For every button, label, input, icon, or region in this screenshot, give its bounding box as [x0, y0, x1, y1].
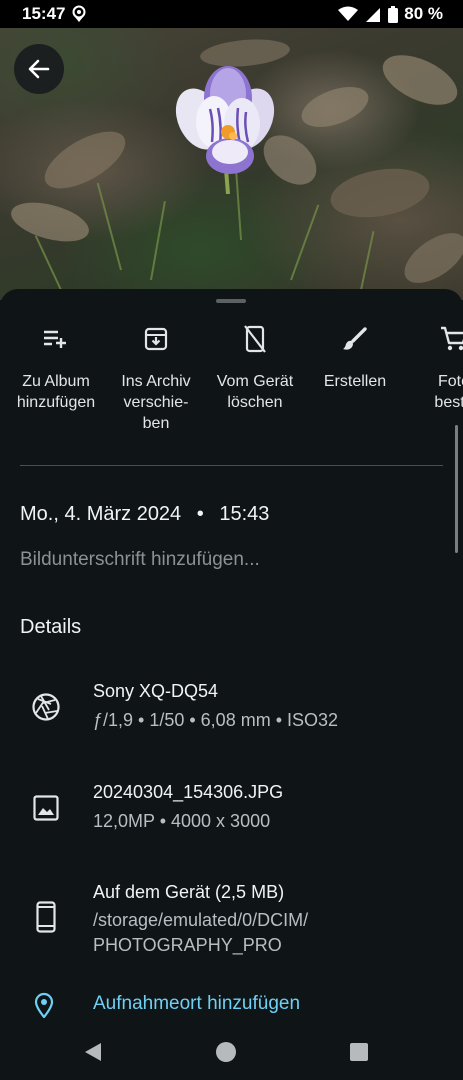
details-heading: Details [20, 616, 82, 638]
back-button[interactable] [14, 44, 64, 94]
photo-preview[interactable] [0, 0, 463, 300]
caption-input[interactable]: Bildunterschrift hinzufügen... [20, 549, 260, 571]
camera-model: Sony XQ-DQ54 [93, 681, 219, 701]
playlist-add-icon [44, 330, 66, 348]
archive-icon [144, 327, 168, 351]
system-nav-bar [0, 1021, 463, 1080]
smartphone-icon [36, 901, 56, 933]
add-to-album-label: Zu Album hinzufügen [16, 373, 96, 411]
delete-from-device-button[interactable]: Vom Gerät löschen [209, 323, 301, 413]
battery-icon [388, 5, 399, 23]
order-photos-label: Foto beste [434, 373, 463, 411]
image-icon [33, 795, 59, 821]
location-pin-icon [72, 5, 86, 22]
add-location-label: Aufnahmeort hinzufügen [93, 993, 301, 1014]
brush-icon [343, 327, 367, 350]
action-bar: Zu Album hinzufügen Ins Archiv verschie-… [0, 323, 463, 443]
crocus-flower [175, 66, 275, 194]
info-sheet: Zu Album hinzufügen Ins Archiv verschie-… [0, 289, 463, 1021]
file-details-row: 20240304_154306.JPG 12,0MP • 4000 x 3000 [0, 779, 463, 839]
file-resolution: 12,0MP • 4000 x 3000 [93, 811, 271, 831]
storage-path-line2: PHOTOGRAPHY_PRO [93, 935, 282, 955]
cart-icon [441, 326, 463, 351]
status-time: 15:47 [22, 4, 66, 23]
file-name: 20240304_154306.JPG [93, 782, 284, 802]
storage-details-row: Auf dem Gerät (2,5 MB) /storage/emulated… [0, 879, 463, 959]
archive-label: Ins Archiv verschie- ben [121, 373, 191, 432]
wifi-icon [338, 6, 359, 21]
storage-info: Auf dem Gerät (2,5 MB) [93, 882, 285, 902]
battery-percent: 80 % [404, 4, 443, 23]
camera-details-row: Sony XQ-DQ54 ƒ/1,9 • 1/50 • 6,08 mm • IS… [0, 677, 463, 737]
nav-home-icon [216, 1042, 236, 1062]
storage-path-line1: /storage/emulated/0/DCIM/ [93, 910, 309, 930]
divider [20, 465, 443, 466]
phone-erase-icon [244, 325, 266, 353]
order-photos-button[interactable]: Foto beste [408, 323, 463, 413]
nav-recents-icon [350, 1043, 368, 1061]
add-location-button[interactable]: Aufnahmeort hinzufügen [0, 989, 463, 1021]
nav-back-button[interactable] [80, 1039, 106, 1065]
date-separator: • [196, 503, 204, 525]
status-bar: 15:47 80 % [0, 0, 463, 28]
photo-time: 15:43 [219, 503, 270, 525]
photo-date: Mo., 4. März 2024 [20, 503, 182, 525]
nav-home-button[interactable] [213, 1039, 239, 1065]
nav-back-icon [85, 1043, 101, 1061]
delete-from-device-label: Vom Gerät löschen [216, 373, 294, 411]
signal-icon [366, 8, 381, 22]
camera-settings: ƒ/1,9 • 1/50 • 6,08 mm • ISO32 [93, 710, 339, 730]
archive-button[interactable]: Ins Archiv verschie- ben [110, 323, 202, 434]
scrollbar[interactable] [455, 425, 458, 553]
add-to-album-button[interactable]: Zu Album hinzufügen [10, 323, 102, 413]
create-label: Erstellen [323, 373, 387, 390]
date-time-row[interactable]: Mo., 4. März 2024 • 15:43 [20, 503, 269, 526]
location-pin-icon [34, 992, 54, 1019]
sheet-drag-handle[interactable] [216, 299, 246, 303]
aperture-icon [32, 693, 60, 721]
create-button[interactable]: Erstellen [309, 323, 401, 392]
nav-recents-button[interactable] [346, 1039, 372, 1065]
arrow-back-icon [28, 59, 50, 79]
